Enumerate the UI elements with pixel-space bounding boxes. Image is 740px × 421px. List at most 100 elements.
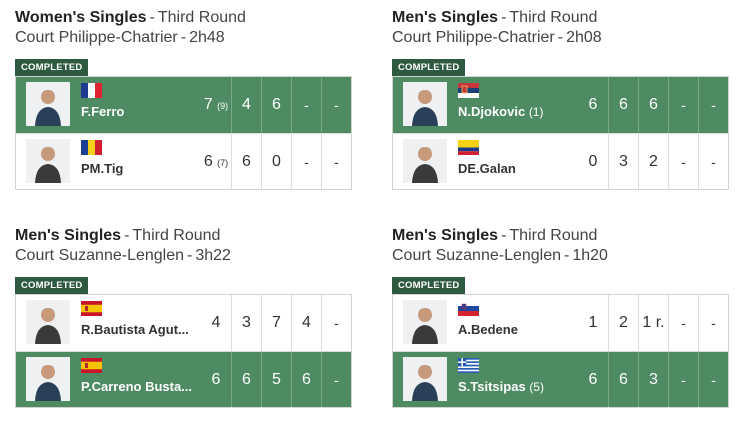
player-info[interactable]: P.Carreno Busta...	[16, 352, 201, 408]
player-row[interactable]: DE.Galan 0 3 2 - -	[393, 133, 728, 190]
set-score: 6	[201, 352, 231, 408]
player-photo[interactable]	[26, 357, 70, 401]
set-score-value: 6	[619, 371, 628, 388]
court-name: Court Suzanne-Lenglen	[392, 247, 562, 264]
set-score: 0	[261, 134, 291, 190]
player-info[interactable]: N.Djokovic (1)	[393, 77, 578, 133]
match-card[interactable]: Men's Singles - Third Round Court Suzanne-L…	[15, 226, 352, 408]
player-name-text[interactable]: N.Djokovic	[458, 104, 525, 119]
player-name[interactable]: N.Djokovic (1)	[458, 104, 576, 120]
set-score: 7	[261, 295, 291, 351]
player-name-text[interactable]: DE.Galan	[458, 161, 516, 176]
player-name-text[interactable]: S.Tsitsipas	[458, 379, 526, 394]
player-photo[interactable]	[403, 357, 447, 401]
score-table: F.Ferro 7 (9) 4 6- - PM.Tig 6 (7) 6 0- -	[15, 76, 352, 190]
set-score: -	[321, 352, 351, 408]
set-score-value: 3	[619, 153, 628, 170]
status-badge: COMPLETED	[392, 277, 466, 294]
player-name-text[interactable]: PM.Tig	[81, 161, 123, 176]
player-name[interactable]: P.Carreno Busta...	[81, 379, 199, 395]
court-separator: -	[187, 247, 193, 264]
match-event-line: Men's Singles - Third Round	[392, 8, 729, 28]
player-name[interactable]: S.Tsitsipas (5)	[458, 379, 576, 395]
player-photo[interactable]	[26, 139, 70, 183]
match-duration: 1h20	[572, 247, 608, 264]
match-card[interactable]: Men's Singles - Third Round Court Suzanne-L…	[392, 226, 729, 408]
player-info[interactable]: A.Bedene	[393, 295, 578, 351]
set-score: 2	[608, 295, 638, 351]
match-event-line: Women's Singles - Third Round	[15, 8, 352, 28]
set-score: -	[291, 77, 321, 133]
set-score-value: 2	[619, 314, 628, 331]
set-score: 3	[231, 295, 261, 351]
set-score: 4	[201, 295, 231, 351]
set-score: 6	[578, 352, 608, 408]
match-court-line: Court Philippe-Chatrier -2h08	[392, 28, 729, 48]
player-info[interactable]: F.Ferro	[16, 77, 201, 133]
colombia-flag-icon	[458, 140, 479, 155]
court-separator: -	[564, 247, 570, 264]
player-name[interactable]: PM.Tig	[81, 161, 199, 177]
player-name-text[interactable]: A.Bedene	[458, 322, 518, 337]
player-name[interactable]: R.Bautista Agut...	[81, 322, 199, 338]
set-score: -	[698, 352, 728, 408]
set-scores: 7 (9) 4 6 - -	[201, 77, 351, 133]
set-score-value: -	[334, 315, 339, 331]
set-score: 1	[578, 295, 608, 351]
set-score-value: -	[681, 315, 686, 331]
player-name[interactable]: F.Ferro	[81, 104, 199, 120]
set-score-value: 7	[272, 314, 281, 331]
match-duration: 3h22	[195, 247, 231, 264]
player-name[interactable]: A.Bedene	[458, 322, 576, 338]
set-score-value: 6	[272, 96, 281, 113]
set-scores: 6 6 3 - -	[578, 352, 728, 408]
match-card[interactable]: Men's Singles - Third Round Court Philippe-…	[392, 8, 729, 190]
set-score: 6	[291, 352, 321, 408]
match-court-line: Court Philippe-Chatrier -2h48	[15, 28, 352, 48]
set-score-value: 5	[272, 371, 281, 388]
match-card[interactable]: Women's Singles - Third Round Court Philipp…	[15, 8, 352, 190]
player-row[interactable]: N.Djokovic (1) 6 6 6 - -	[393, 77, 728, 133]
player-photo[interactable]	[26, 82, 70, 126]
set-score: 6	[578, 77, 608, 133]
match-court-line: Court Suzanne-Lenglen -3h22	[15, 246, 352, 266]
set-score-value: 6	[588, 371, 598, 388]
player-info[interactable]: PM.Tig	[16, 134, 201, 190]
player-name-text[interactable]: R.Bautista Agut...	[81, 322, 189, 337]
set-score-value: 0	[272, 153, 281, 170]
set-score-value: -	[334, 372, 339, 388]
set-score-value: 6	[242, 153, 251, 170]
player-row[interactable]: F.Ferro 7 (9) 4 6 - -	[16, 77, 351, 133]
set-score: -	[668, 352, 698, 408]
match-court-line: Court Suzanne-Lenglen -1h20	[392, 246, 729, 266]
player-row[interactable]: P.Carreno Busta... 6 6 5 6 -	[16, 351, 351, 408]
player-name[interactable]: DE.Galan	[458, 161, 576, 177]
player-photo[interactable]	[26, 300, 70, 344]
score-table: N.Djokovic (1) 6 6 6 - - DE.Galan 0 3 2 - -	[392, 76, 729, 190]
set-score-value: 1 r.	[642, 314, 665, 331]
player-info[interactable]: R.Bautista Agut...	[16, 295, 201, 351]
round-name: Third Round	[509, 227, 598, 244]
player-photo[interactable]	[403, 82, 447, 126]
status-badge-wrap: COMPLETED	[392, 266, 729, 294]
set-score: 6	[608, 77, 638, 133]
player-photo[interactable]	[403, 139, 447, 183]
set-scores: 4 3 7 4 -	[201, 295, 351, 351]
set-score-value: -	[711, 372, 716, 388]
set-score: 5	[261, 352, 291, 408]
set-score: 0	[578, 134, 608, 190]
set-score-value: -	[334, 154, 339, 170]
set-score-value: -	[304, 154, 309, 170]
set-score: 1 r.	[638, 295, 668, 351]
player-name-text[interactable]: P.Carreno Busta...	[81, 379, 192, 394]
player-row[interactable]: S.Tsitsipas (5) 6 6 3 - -	[393, 351, 728, 408]
status-badge-wrap: COMPLETED	[15, 266, 352, 294]
player-row[interactable]: R.Bautista Agut... 4 3 7 4 -	[16, 295, 351, 351]
event-name: Men's Singles	[392, 227, 499, 244]
player-photo[interactable]	[403, 300, 447, 344]
player-info[interactable]: DE.Galan	[393, 134, 578, 190]
player-name-text[interactable]: F.Ferro	[81, 104, 124, 119]
player-info[interactable]: S.Tsitsipas (5)	[393, 352, 578, 408]
player-row[interactable]: PM.Tig 6 (7) 6 0- -	[16, 133, 351, 190]
player-row[interactable]: A.Bedene 1 2 1 r. - -	[393, 295, 728, 351]
